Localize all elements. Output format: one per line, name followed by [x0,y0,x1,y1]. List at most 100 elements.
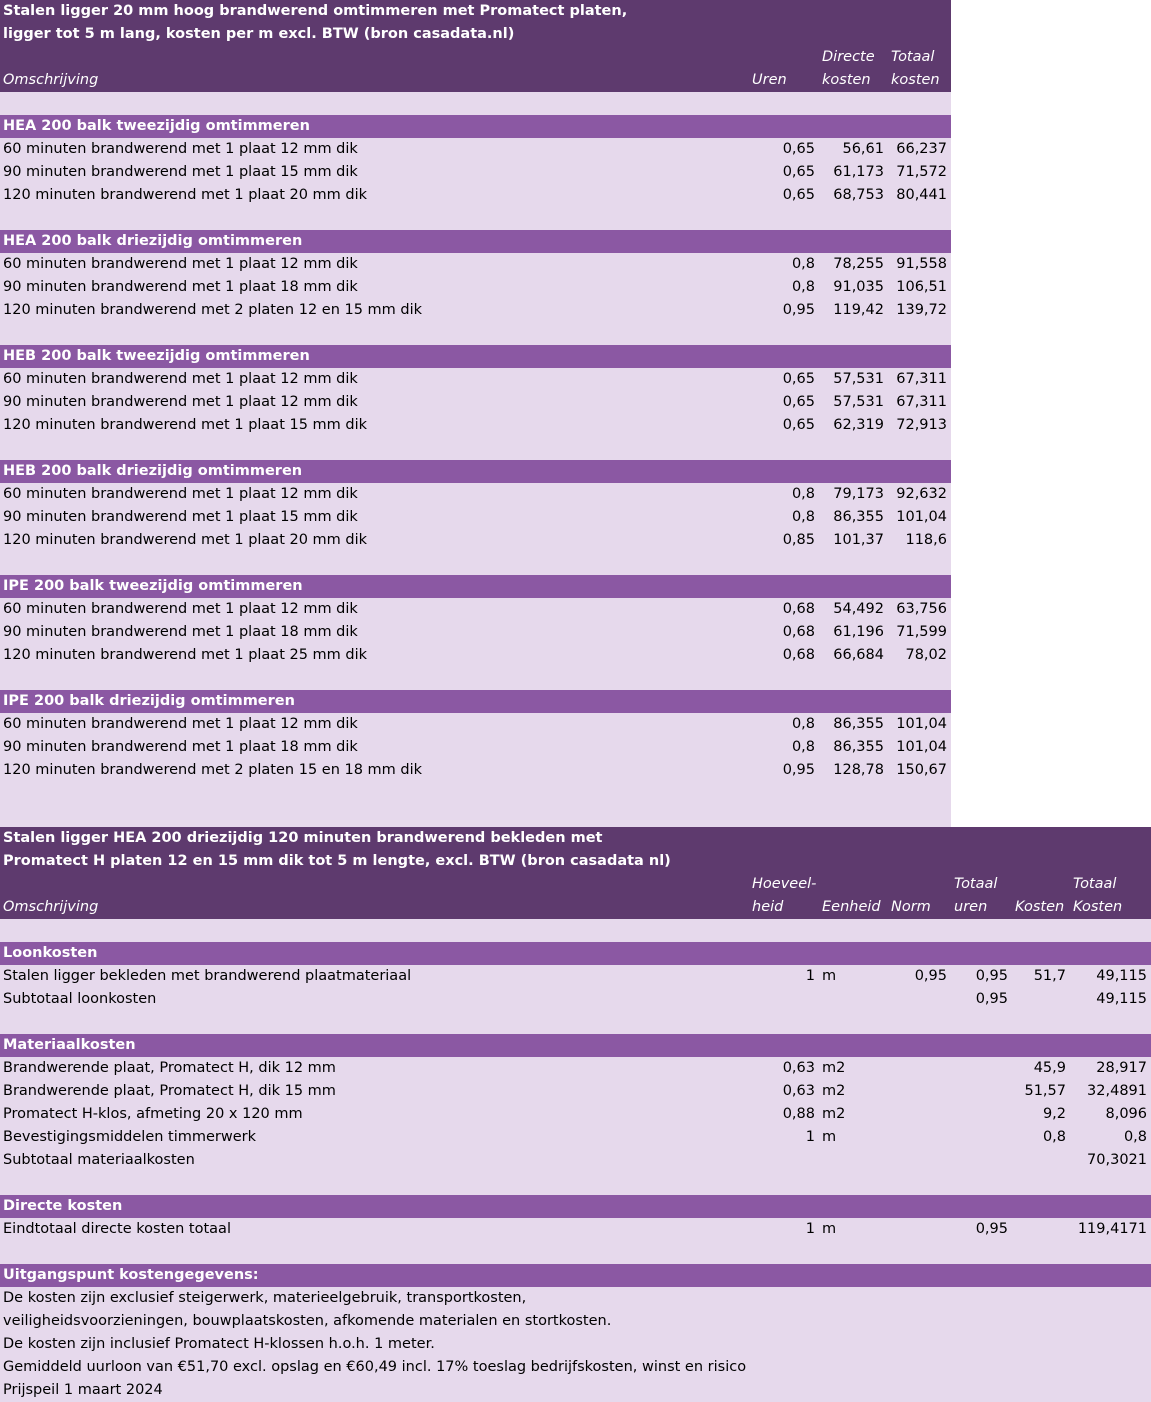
row-kosten: 0,8 [1042,1129,1066,1145]
row-directe-kosten: 56,61 [842,141,884,157]
section-header: HEB 200 balk tweezijdig omtimmeren [0,345,951,368]
row-eenheid: m2 [822,1060,846,1076]
row-description: 60 minuten brandwerend met 1 plaat 12 mm… [3,601,358,617]
section-header: IPE 200 balk tweezijdig omtimmeren [0,575,951,598]
spacer-row [0,207,951,230]
header-totaal-kosten-2: Kosten [1073,899,1123,915]
section-header: HEA 200 balk driezijdig omtimmeren [0,230,951,253]
table-row: Brandwerende plaat, Promatect H, dik 15 … [0,1080,1151,1103]
row-totaal-kosten: 8,096 [1105,1106,1147,1122]
spacer-row [0,1241,1151,1264]
row-description: Brandwerende plaat, Promatect H, dik 12 … [3,1060,336,1076]
table-row: Subtotaal loonkosten 0,95 49,115 [0,988,1151,1011]
row-totaal-uren: 0,95 [975,991,1008,1007]
row-totaal-kosten: 49,115 [1096,968,1147,984]
note-line: veiligheidsvoorzieningen, bouwplaatskost… [0,1310,1151,1333]
table-row: 120 minuten brandwerend met 1 plaat 15 m… [0,414,951,437]
header-kosten: Kosten [1015,899,1065,915]
table-row: 120 minuten brandwerend met 1 plaat 25 m… [0,644,951,667]
row-uren: 0,8 [791,716,815,732]
table-row: 60 minuten brandwerend met 1 plaat 12 mm… [0,713,951,736]
row-directe-kosten: 61,173 [833,164,884,180]
row-eenheid: m2 [822,1083,846,1099]
section-header: Directe kosten [0,1195,1151,1218]
table2-body: Loonkosten Stalen ligger bekleden met bra… [0,942,1151,1402]
section-header: IPE 200 balk driezijdig omtimmeren [0,690,951,713]
row-totaal-kosten: 71,599 [896,624,947,640]
row-directe-kosten: 86,355 [833,739,884,755]
section-title: Materiaalkosten [3,1037,136,1053]
row-totaal-kosten: 0,8 [1123,1129,1147,1145]
row-uren: 0,68 [782,624,815,640]
row-totaal-kosten: 49,115 [1096,991,1147,1007]
header-totaal-kosten-1: Totaal [1073,876,1117,892]
table-row: Brandwerende plaat, Promatect H, dik 12 … [0,1057,1151,1080]
spacer-row [0,667,951,690]
row-directe-kosten: 101,37 [833,532,884,548]
table-row: 60 minuten brandwerend met 1 plaat 12 mm… [0,368,951,391]
row-description: 90 minuten brandwerend met 1 plaat 18 mm… [3,739,358,755]
row-uren: 0,8 [791,509,815,525]
row-description: Bevestigingsmiddelen timmerwerk [3,1129,257,1145]
row-directe-kosten: 57,531 [833,394,884,410]
row-totaal-kosten: 66,237 [896,141,947,157]
spacer-row [0,92,951,115]
spacer-row [0,322,951,345]
section-title: HEB 200 balk tweezijdig omtimmeren [3,348,310,364]
table-row: 120 minuten brandwerend met 1 plaat 20 m… [0,184,951,207]
row-totaal-kosten: 118,6 [905,532,947,548]
row-uren: 0,8 [791,256,815,272]
table-row: 60 minuten brandwerend met 1 plaat 12 mm… [0,483,951,506]
row-totaal-kosten: 72,913 [896,417,947,433]
row-hoeveelheid: 0,63 [782,1060,815,1076]
table-row: Stalen ligger bekleden met brandwerend p… [0,965,1151,988]
row-totaal-uren: 0,95 [975,1221,1008,1237]
row-uren: 0,8 [791,739,815,755]
row-description: Promatect H-klos, afmeting 20 x 120 mm [3,1106,303,1122]
row-totaal-kosten: 78,02 [905,647,947,663]
row-hoeveelheid: 0,88 [782,1106,815,1122]
row-uren: 0,8 [791,279,815,295]
note-line: De kosten zijn inclusief Promatect H-klo… [0,1333,1151,1356]
row-description: 120 minuten brandwerend met 1 plaat 15 m… [3,417,368,433]
header-omschrijving: Omschrijving [3,72,99,88]
table1-header-row-1: Directe Totaal [0,46,951,69]
row-description: 120 minuten brandwerend met 2 platen 15 … [3,762,423,778]
row-hoeveelheid: 0,63 [782,1083,815,1099]
row-directe-kosten: 119,42 [833,302,884,318]
table2-header-row-1: Hoeveel- Totaal Totaal [0,873,1151,896]
table1-title-line-1: Stalen ligger 20 mm hoog brandwerend omt… [3,3,628,19]
row-description: 90 minuten brandwerend met 1 plaat 15 mm… [3,509,358,525]
section-title: Loonkosten [3,945,98,961]
table-row: 60 minuten brandwerend met 1 plaat 12 mm… [0,598,951,621]
row-directe-kosten: 66,684 [833,647,884,663]
row-totaal-kosten: 139,72 [896,302,947,318]
section-header: Materiaalkosten [0,1034,1151,1057]
row-totaal-kosten: 101,04 [896,509,947,525]
row-uren: 0,68 [782,647,815,663]
row-directe-kosten: 79,173 [833,486,884,502]
row-totaal-kosten: 101,04 [896,716,947,732]
section-title: Directe kosten [3,1198,123,1214]
row-uren: 0,95 [782,762,815,778]
row-directe-kosten: 61,196 [833,624,884,640]
table1-sections: HEA 200 balk tweezijdig omtimmeren 60 min… [0,115,951,828]
row-hoeveelheid: 1 [805,1129,815,1145]
row-description: 60 minuten brandwerend met 1 plaat 12 mm… [3,371,358,387]
row-description: Stalen ligger bekleden met brandwerend p… [3,968,412,984]
note-text: veiligheidsvoorzieningen, bouwplaatskost… [3,1313,612,1329]
table2-title-line-1: Stalen ligger HEA 200 driezijdig 120 min… [3,830,603,846]
row-hoeveelheid: 1 [805,1221,815,1237]
table-row: 120 minuten brandwerend met 1 plaat 20 m… [0,529,951,552]
table-row: 60 minuten brandwerend met 1 plaat 12 mm… [0,253,951,276]
section-header: HEA 200 balk tweezijdig omtimmeren [0,115,951,138]
spacer-row [0,782,951,805]
header-eenheid: Eenheid [822,899,881,915]
row-totaal-kosten: 67,311 [896,371,947,387]
spacer-row [0,552,951,575]
row-totaal-kosten: 92,632 [896,486,947,502]
table-row: 90 minuten brandwerend met 1 plaat 18 mm… [0,276,951,299]
section-title: HEA 200 balk driezijdig omtimmeren [3,233,303,249]
row-description: 90 minuten brandwerend met 1 plaat 12 mm… [3,394,358,410]
table-row: 90 minuten brandwerend met 1 plaat 12 mm… [0,391,951,414]
